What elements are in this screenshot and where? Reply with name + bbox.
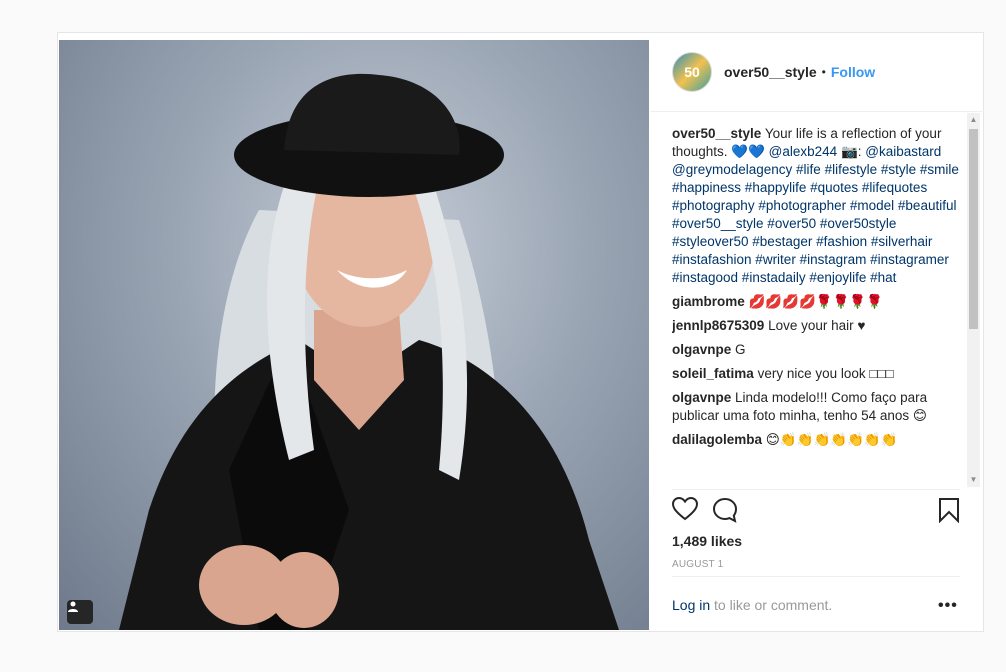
post-header: 50 over50__style • Follow [650, 33, 984, 111]
comment-username[interactable]: soleil_fatima [672, 366, 754, 381]
caption-mention[interactable]: @kaibastard [865, 144, 941, 159]
comment-text: Love your hair ♥ [768, 318, 866, 333]
post-photo[interactable] [59, 40, 649, 630]
avatar[interactable]: 50 [672, 52, 712, 92]
comment-text: G [735, 342, 746, 357]
comments-list: over50__style Your life is a reflection … [672, 125, 962, 495]
comment-item: olgavnpe Linda modelo!!! Como faço para … [672, 389, 962, 425]
comment-username[interactable]: giambrome [672, 294, 745, 309]
caption: over50__style Your life is a reflection … [672, 125, 962, 287]
comment-username[interactable]: olgavnpe [672, 390, 731, 405]
follow-button[interactable]: Follow [831, 64, 875, 80]
caption-mention[interactable]: @alexb244 [769, 144, 838, 159]
scroll-thumb[interactable] [969, 129, 978, 329]
heart-icon[interactable] [671, 496, 699, 526]
divider [650, 111, 984, 112]
comments-scrollbar[interactable]: ▲ ▼ [967, 113, 980, 487]
comment-icon[interactable] [712, 497, 738, 528]
caption-mention[interactable]: @greymodelagency [672, 162, 792, 177]
comment-text: 😊👏👏👏👏👏👏👏 [765, 432, 898, 447]
caption-camera: 📷: [837, 144, 866, 159]
comment-username[interactable]: jennlp8675309 [672, 318, 764, 333]
caption-hashtags[interactable]: #life #lifestyle #style #smile #happines… [672, 162, 959, 285]
more-options-icon[interactable]: ••• [938, 597, 958, 615]
comment-item: giambrome 💋💋💋💋🌹🌹🌹🌹 [672, 293, 962, 311]
post-card: 50 over50__style • Follow over50__style … [57, 32, 984, 632]
header-separator: • [821, 65, 826, 79]
comment-item: dalilagolemba 😊👏👏👏👏👏👏👏 [672, 431, 962, 449]
post-date[interactable]: AUGUST 1 [672, 559, 723, 570]
caption-username[interactable]: over50__style [672, 126, 761, 141]
login-link[interactable]: Log in [672, 597, 710, 613]
bookmark-icon[interactable] [938, 497, 960, 528]
user-tag-icon[interactable] [67, 600, 93, 624]
likes-count[interactable]: 1,489 likes [672, 533, 742, 549]
action-bar [671, 496, 962, 528]
comment-item: soleil_fatima very nice you look □□□ [672, 365, 962, 383]
comment-text: very nice you look □□□ [757, 366, 894, 381]
divider [672, 576, 960, 577]
author-username[interactable]: over50__style [724, 64, 817, 80]
login-prompt: Log in to like or comment. [672, 597, 832, 613]
avatar-text: 50 [684, 64, 700, 80]
login-prompt-text: to like or comment. [710, 597, 833, 613]
photo-illustration [119, 73, 619, 630]
scroll-down-icon[interactable]: ▼ [967, 473, 980, 487]
comment-item: jennlp8675309 Love your hair ♥ [672, 317, 962, 335]
comment-item: olgavnpe G [672, 341, 962, 359]
scroll-up-icon[interactable]: ▲ [967, 113, 980, 127]
post-sidebar: 50 over50__style • Follow over50__style … [650, 33, 984, 631]
comment-text: 💋💋💋💋🌹🌹🌹🌹 [748, 294, 884, 309]
comment-username[interactable]: dalilagolemba [672, 432, 762, 447]
comment-username[interactable]: olgavnpe [672, 342, 731, 357]
divider [672, 489, 960, 490]
